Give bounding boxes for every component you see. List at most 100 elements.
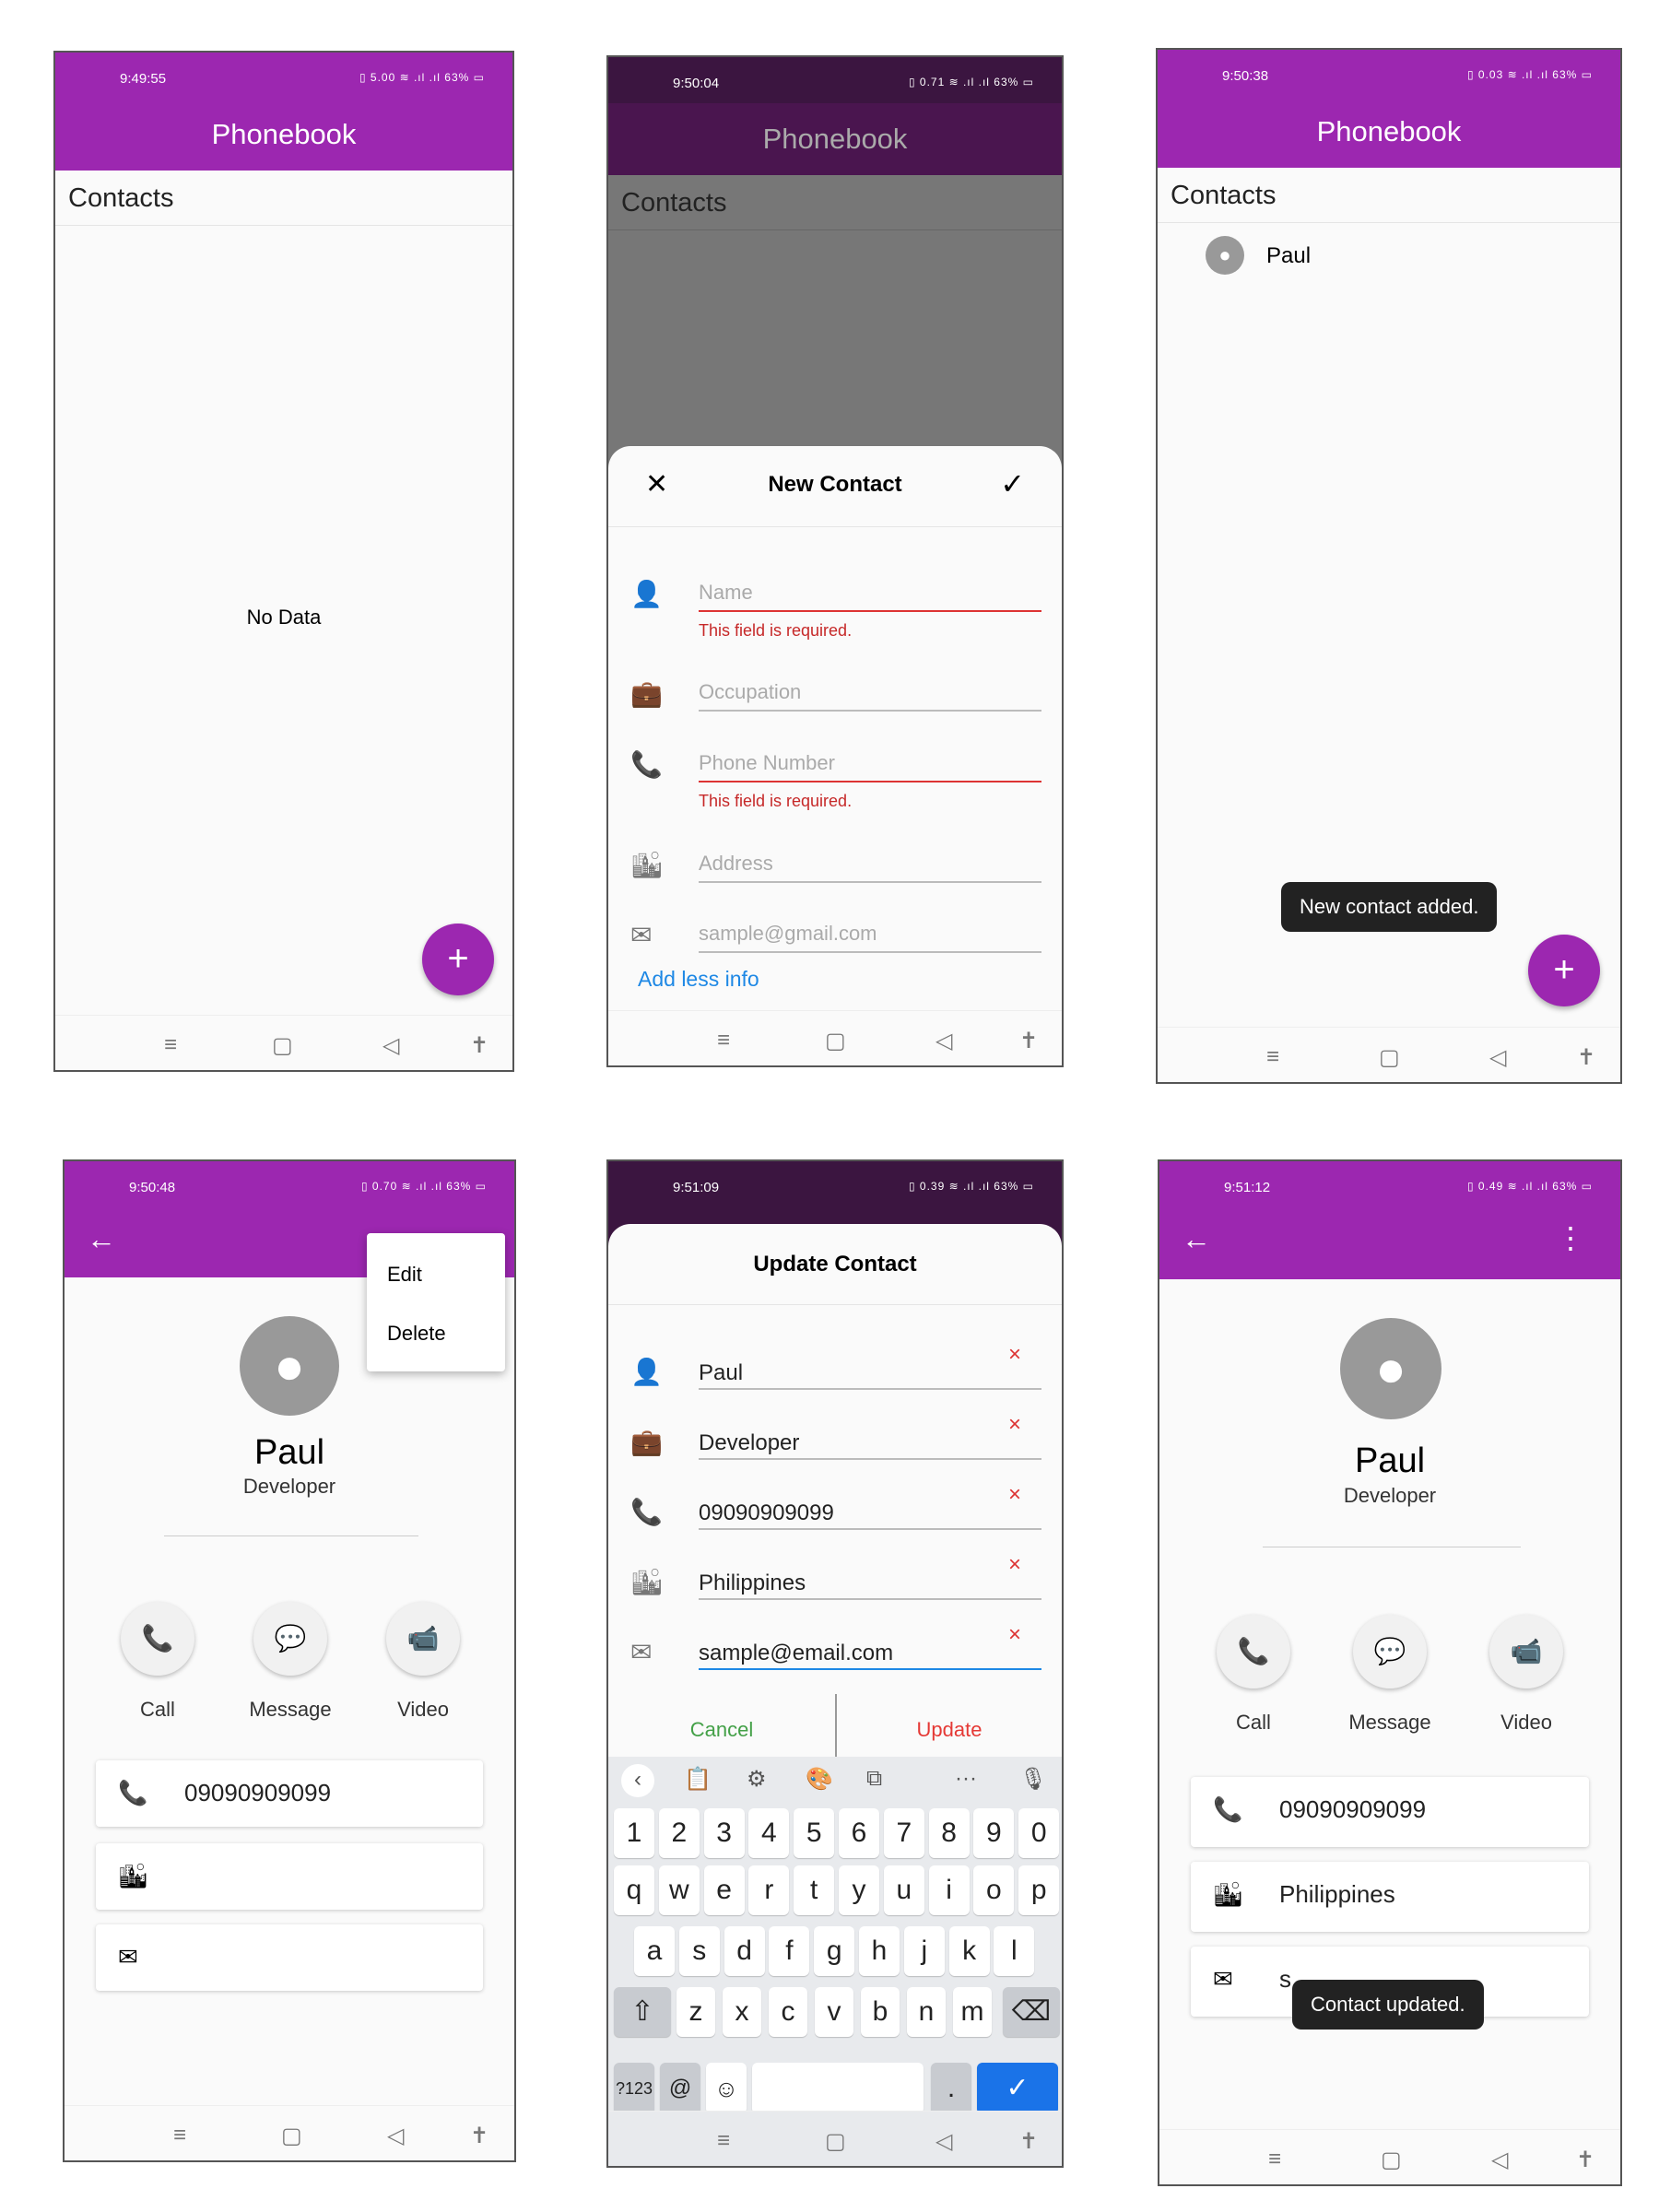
back-arrow-icon[interactable]: ←: [87, 1222, 116, 1256]
key-p[interactable]: p: [1018, 1865, 1060, 1915]
address-field[interactable]: 🏙 Address: [608, 846, 1062, 901]
back-nav-icon[interactable]: ◁: [387, 2123, 404, 2149]
key-m[interactable]: m: [953, 1987, 992, 2037]
name-field[interactable]: 👤 Name This field is required.: [608, 575, 1062, 640]
menu-nav-icon[interactable]: ≡: [717, 2128, 730, 2154]
menu-nav-icon[interactable]: ≡: [1266, 1044, 1279, 1070]
phone-card[interactable]: 📞 09090909099: [96, 1760, 483, 1827]
phone-field[interactable]: 📞 Phone Number This field is required.: [608, 746, 1062, 810]
home-nav-icon[interactable]: ▢: [825, 2128, 846, 2155]
add-contact-button[interactable]: +: [422, 924, 494, 995]
call-action[interactable]: 📞 Call: [1189, 1615, 1318, 1735]
key-backspace[interactable]: ⌫: [1003, 1987, 1060, 2037]
cancel-button[interactable]: Cancel: [608, 1700, 835, 1760]
clear-icon[interactable]: ×: [1008, 1482, 1021, 1508]
key-a[interactable]: a: [634, 1926, 675, 1976]
phone-card[interactable]: 📞 09090909099: [1191, 1777, 1589, 1847]
occupation-field[interactable]: 💼 Developer ×: [608, 1412, 1062, 1478]
key-2[interactable]: 2: [658, 1808, 700, 1858]
key-y[interactable]: y: [839, 1865, 879, 1915]
key-s[interactable]: s: [678, 1926, 720, 1976]
key-f[interactable]: f: [769, 1926, 810, 1976]
key-v[interactable]: v: [815, 1987, 853, 2037]
update-button[interactable]: Update: [837, 1700, 1062, 1760]
accessibility-icon[interactable]: ✝: [1576, 2147, 1594, 2173]
key-x[interactable]: x: [723, 1987, 761, 2037]
resize-icon[interactable]: ⧉: [866, 1766, 882, 1792]
back-nav-icon[interactable]: ◁: [1491, 2147, 1508, 2173]
collapse-icon[interactable]: ‹: [621, 1764, 654, 1797]
home-nav-icon[interactable]: ▢: [825, 1028, 846, 1054]
key-n[interactable]: n: [907, 1987, 946, 2037]
back-nav-icon[interactable]: ◁: [935, 1028, 952, 1054]
clear-icon[interactable]: ×: [1008, 1622, 1021, 1648]
back-nav-icon[interactable]: ◁: [382, 1032, 399, 1059]
key-3[interactable]: 3: [703, 1808, 745, 1858]
key-e[interactable]: e: [703, 1865, 745, 1915]
accessibility-icon[interactable]: ✝: [1577, 1044, 1595, 1071]
clear-icon[interactable]: ×: [1008, 1552, 1021, 1578]
key-j[interactable]: j: [903, 1926, 945, 1976]
key-u[interactable]: u: [883, 1865, 924, 1915]
key-d[interactable]: d: [724, 1926, 765, 1976]
key-r[interactable]: r: [748, 1865, 790, 1915]
menu-item-edit[interactable]: Edit: [387, 1263, 422, 1287]
home-nav-icon[interactable]: ▢: [1381, 2147, 1402, 2173]
key-q[interactable]: q: [614, 1865, 654, 1915]
video-action[interactable]: 📹 Video: [1462, 1615, 1591, 1735]
message-action[interactable]: 💬 Message: [1325, 1615, 1454, 1735]
key-h[interactable]: h: [859, 1926, 900, 1976]
email-field[interactable]: ✉ sample@gmail.com: [608, 916, 1062, 971]
accessibility-icon[interactable]: ✝: [1019, 1028, 1038, 1054]
period-key[interactable]: .: [931, 2063, 971, 2114]
key-shift[interactable]: ⇧: [614, 1987, 671, 2037]
clipboard-icon[interactable]: 📋: [684, 1766, 712, 1793]
address-card[interactable]: 🏙 Philippines: [1191, 1862, 1589, 1932]
menu-nav-icon[interactable]: ≡: [164, 1032, 177, 1058]
emoji-key[interactable]: ☺: [706, 2063, 747, 2114]
menu-nav-icon[interactable]: ≡: [1268, 2147, 1281, 2172]
enter-key[interactable]: ✓: [977, 2063, 1058, 2114]
key-4[interactable]: 4: [748, 1808, 790, 1858]
key-o[interactable]: o: [973, 1865, 1015, 1915]
palette-icon[interactable]: 🎨: [806, 1766, 833, 1793]
key-1[interactable]: 1: [614, 1808, 654, 1858]
key-i[interactable]: i: [928, 1865, 970, 1915]
key-c[interactable]: c: [769, 1987, 807, 2037]
email-card[interactable]: ✉: [96, 1924, 483, 1991]
key-k[interactable]: k: [948, 1926, 990, 1976]
at-key[interactable]: @: [660, 2063, 700, 2114]
add-less-info-link[interactable]: Add less info: [638, 967, 759, 992]
symbols-key[interactable]: ?123: [614, 2063, 654, 2114]
message-action[interactable]: 💬 Message: [226, 1602, 355, 1722]
mic-off-icon[interactable]: 🎙: [1019, 1766, 1047, 1793]
home-nav-icon[interactable]: ▢: [272, 1032, 293, 1059]
space-key[interactable]: [752, 2063, 924, 2114]
more-icon[interactable]: ···: [955, 1766, 977, 1792]
call-action[interactable]: 📞 Call: [93, 1602, 222, 1722]
address-card[interactable]: 🏙: [96, 1843, 483, 1910]
back-arrow-icon[interactable]: ←: [1182, 1222, 1211, 1256]
name-field[interactable]: 👤 Paul ×: [608, 1342, 1062, 1408]
back-nav-icon[interactable]: ◁: [935, 2128, 952, 2155]
more-vert-icon[interactable]: ⋮: [1556, 1220, 1585, 1255]
key-t[interactable]: t: [794, 1865, 835, 1915]
key-5[interactable]: 5: [794, 1808, 835, 1858]
menu-nav-icon[interactable]: ≡: [173, 2123, 186, 2148]
address-field[interactable]: 🏙 Philippines ×: [608, 1552, 1062, 1618]
contact-list-item[interactable]: ● Paul: [1158, 225, 1620, 289]
accessibility-icon[interactable]: ✝: [470, 1032, 488, 1059]
clear-icon[interactable]: ×: [1008, 1412, 1021, 1438]
key-6[interactable]: 6: [839, 1808, 879, 1858]
key-8[interactable]: 8: [928, 1808, 970, 1858]
key-z[interactable]: z: [677, 1987, 715, 2037]
accessibility-icon[interactable]: ✝: [1019, 2128, 1038, 2155]
back-nav-icon[interactable]: ◁: [1489, 1044, 1506, 1071]
key-9[interactable]: 9: [973, 1808, 1015, 1858]
key-b[interactable]: b: [861, 1987, 900, 2037]
clear-icon[interactable]: ×: [1008, 1342, 1021, 1368]
video-action[interactable]: 📹 Video: [359, 1602, 488, 1722]
home-nav-icon[interactable]: ▢: [1379, 1044, 1400, 1071]
key-0[interactable]: 0: [1018, 1808, 1060, 1858]
check-icon[interactable]: ✓: [1000, 466, 1025, 501]
